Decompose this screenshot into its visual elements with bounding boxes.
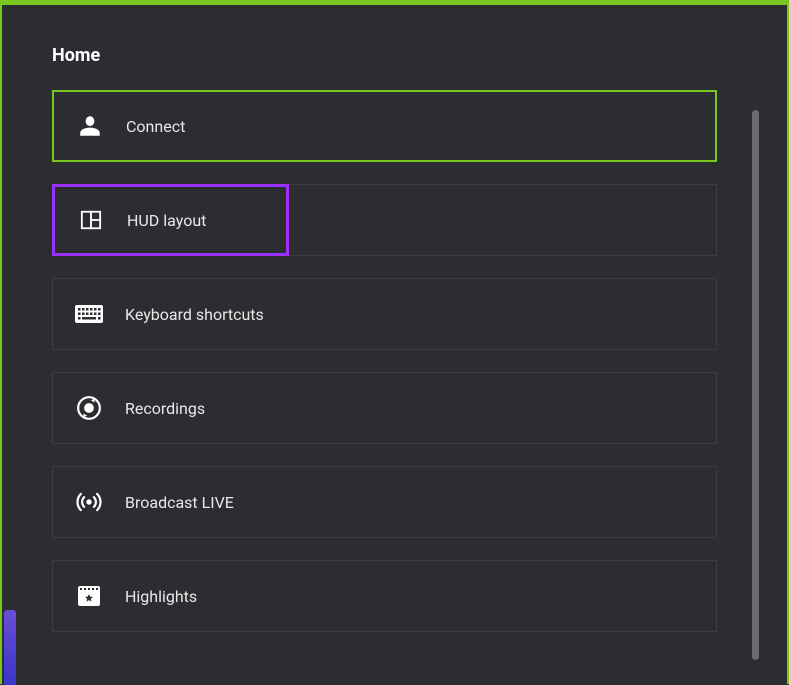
menu-item-hud-layout-extension[interactable]	[289, 184, 717, 256]
menu-item-keyboard-shortcuts[interactable]: Keyboard shortcuts	[52, 278, 717, 350]
menu-item-connect[interactable]: Connect	[52, 90, 717, 162]
menu-item-highlights[interactable]: Highlights	[52, 560, 717, 632]
scrollbar-thumb[interactable]	[752, 110, 759, 660]
menu-item-label: Keyboard shortcuts	[125, 305, 264, 324]
keyboard-icon	[75, 300, 103, 328]
menu-item-label: Recordings	[125, 399, 205, 418]
menu-item-label: Highlights	[125, 587, 197, 606]
home-menu-list: Connect HUD layout	[52, 90, 717, 632]
user-icon	[76, 112, 104, 140]
menu-row-hud: HUD layout	[52, 184, 717, 256]
broadcast-icon	[75, 488, 103, 516]
record-icon	[75, 394, 103, 422]
menu-item-label: HUD layout	[127, 211, 206, 230]
menu-item-recordings[interactable]: Recordings	[52, 372, 717, 444]
menu-item-hud-layout[interactable]: HUD layout	[52, 184, 289, 256]
menu-item-label: Broadcast LIVE	[125, 493, 234, 512]
film-star-icon	[75, 582, 103, 610]
menu-item-label: Connect	[126, 117, 185, 136]
layout-grid-icon	[77, 206, 105, 234]
home-panel: Home Connect HUD layout	[2, 5, 787, 684]
page-title: Home	[52, 45, 747, 66]
menu-item-broadcast-live[interactable]: Broadcast LIVE	[52, 466, 717, 538]
